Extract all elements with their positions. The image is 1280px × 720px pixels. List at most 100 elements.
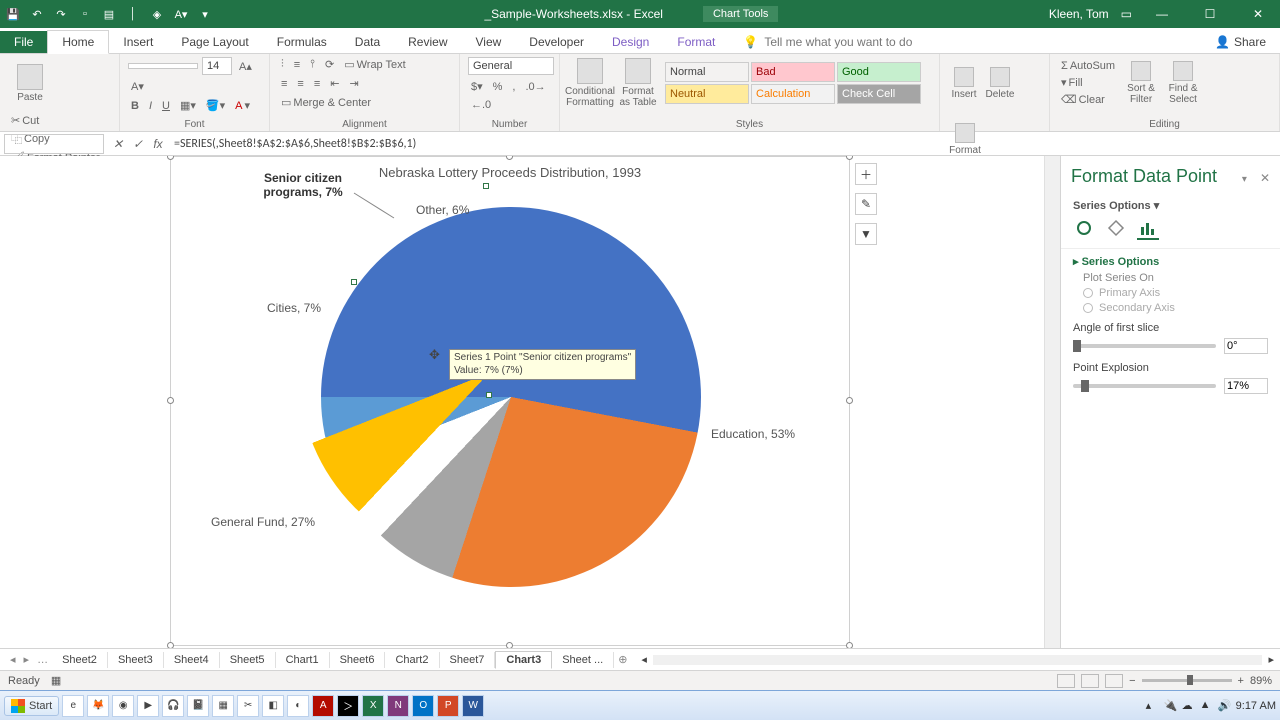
effects-tab-icon[interactable] — [1105, 218, 1127, 240]
tab-data[interactable]: Data — [341, 31, 394, 53]
resize-handle[interactable] — [846, 156, 853, 160]
chart-object[interactable]: Nebraska Lottery Proceeds Distribution, … — [170, 156, 850, 646]
label-education[interactable]: Education, 53% — [711, 427, 795, 441]
currency-icon[interactable]: $▾ — [468, 79, 486, 94]
style-check-cell[interactable]: Check Cell — [837, 84, 921, 104]
align-bot-icon[interactable]: ⫯ — [307, 57, 318, 72]
zoom-slider[interactable] — [1142, 679, 1232, 682]
style-bad[interactable]: Bad — [751, 62, 835, 82]
tab-design[interactable]: Design — [598, 31, 663, 53]
wrap-text-button[interactable]: ▭ Wrap Text — [341, 57, 409, 72]
indent-inc-icon[interactable]: ⇥ — [346, 76, 361, 91]
taskbar-firefox-icon[interactable]: 🦊 — [87, 695, 109, 717]
taskbar-acrobat-icon[interactable]: A — [312, 695, 334, 717]
tray-drive-icon[interactable]: ▲ — [1200, 699, 1214, 713]
resize-handle[interactable] — [167, 397, 174, 404]
pane-subtitle[interactable]: Series Options — [1073, 200, 1151, 212]
tab-file[interactable]: File — [0, 31, 47, 53]
zoom-in-icon[interactable]: + — [1238, 675, 1244, 687]
tray-sync-icon[interactable]: ☁ — [1182, 699, 1196, 713]
share-button[interactable]: 👤 Share — [1201, 31, 1280, 53]
taskbar-app2-icon[interactable]: ◐ — [287, 695, 309, 717]
font-family-select[interactable] — [128, 63, 198, 69]
sheet-tab[interactable]: Sheet2 — [52, 652, 108, 668]
insert-cells-button[interactable]: Insert — [948, 57, 980, 109]
font-color-button[interactable]: A▾ — [232, 98, 253, 113]
chart-styles-button[interactable]: ✎ — [855, 193, 877, 215]
tab-home[interactable]: Home — [47, 30, 109, 54]
tab-insert[interactable]: Insert — [109, 31, 167, 53]
explosion-input[interactable] — [1224, 378, 1268, 394]
align-right-icon[interactable]: ≡ — [311, 77, 323, 91]
orientation-icon[interactable]: ⟳ — [322, 57, 337, 72]
taskbar-onenote-icon[interactable]: N — [387, 695, 409, 717]
taskbar-ie-icon[interactable]: e — [62, 695, 84, 717]
taskbar-powerpoint-icon[interactable]: P — [437, 695, 459, 717]
increase-font-icon[interactable]: A▴ — [236, 59, 255, 74]
new-icon[interactable]: ▫ — [76, 5, 94, 23]
zoom-level[interactable]: 89% — [1250, 675, 1272, 687]
resize-handle[interactable] — [167, 642, 174, 648]
tab-review[interactable]: Review — [394, 31, 461, 53]
sheet-tab[interactable]: Sheet ... — [552, 652, 614, 668]
label-cities[interactable]: Cities, 7% — [267, 301, 321, 315]
conditional-formatting-button[interactable]: Conditional Formatting — [568, 57, 612, 109]
align-mid-icon[interactable]: ≡ — [291, 58, 303, 72]
label-general[interactable]: General Fund, 27% — [211, 515, 315, 529]
sheet-nav-prev-icon[interactable]: ◂ — [6, 653, 20, 666]
taskbar-excel-icon[interactable]: X — [362, 695, 384, 717]
horizontal-scrollbar[interactable]: ◂▸ — [641, 653, 1274, 666]
font-size-select[interactable]: 14 — [202, 57, 232, 75]
comma-icon[interactable]: , — [509, 80, 518, 94]
sheet-tab[interactable]: Sheet7 — [440, 652, 496, 668]
chart-canvas[interactable]: Nebraska Lottery Proceeds Distribution, … — [0, 156, 1044, 648]
sheet-tab[interactable]: Sheet5 — [220, 652, 276, 668]
clear-button[interactable]: ⌫ Clear — [1058, 92, 1118, 107]
formula-input[interactable]: =SERIES(,Sheet8!$A$2:$A$6,Sheet8!$B$2:$B… — [168, 137, 1280, 151]
sheet-tab[interactable]: Sheet6 — [330, 652, 386, 668]
explosion-slider[interactable] — [1073, 384, 1216, 388]
sheet-tab[interactable]: Sheet3 — [108, 652, 164, 668]
quickprint-icon[interactable]: ▤ — [100, 5, 118, 23]
label-other[interactable]: Other, 6% — [416, 203, 469, 217]
sheet-nav-next-icon[interactable]: ▸ — [20, 653, 34, 666]
taskbar-cmd-icon[interactable]: ＞ — [337, 695, 359, 717]
taskbar-snip-icon[interactable]: ✂ — [237, 695, 259, 717]
chart-filters-button[interactable]: ▼ — [855, 223, 877, 245]
taskbar-audio-icon[interactable]: 🎧 — [162, 695, 184, 717]
sort-filter-button[interactable]: Sort & Filter — [1122, 57, 1160, 109]
name-box[interactable] — [4, 134, 104, 154]
close-button[interactable]: ✕ — [1240, 0, 1276, 28]
format-as-table-button[interactable]: Format as Table — [616, 57, 660, 109]
border-button[interactable]: ▦▾ — [177, 98, 199, 113]
align-top-icon[interactable]: ⫶ — [278, 57, 287, 72]
macro-record-icon[interactable]: ▦ — [51, 675, 61, 687]
sheet-nav-more-icon[interactable]: … — [33, 654, 52, 666]
zoom-out-icon[interactable]: − — [1129, 675, 1135, 687]
delete-cells-button[interactable]: Delete — [984, 57, 1016, 109]
font-icon[interactable]: A▾ — [172, 5, 190, 23]
section-header[interactable]: Series Options — [1082, 256, 1160, 268]
fill-color-button[interactable]: 🪣▾ — [203, 98, 228, 113]
resize-handle[interactable] — [506, 642, 513, 648]
tray-clock[interactable]: 9:17 AM — [1236, 700, 1276, 712]
undo-icon[interactable]: ↶ — [28, 5, 46, 23]
tell-me-search[interactable]: 💡 Tell me what you want to do — [729, 31, 926, 53]
tab-format[interactable]: Format — [663, 31, 729, 53]
save-icon[interactable]: 💾 — [4, 5, 22, 23]
style-normal[interactable]: Normal — [665, 62, 749, 82]
style-calculation[interactable]: Calculation — [751, 84, 835, 104]
style-neutral[interactable]: Neutral — [665, 84, 749, 104]
pane-close-icon[interactable]: ✕ — [1260, 171, 1270, 185]
start-button[interactable]: Start — [4, 696, 59, 716]
taskbar-outlook-icon[interactable]: O — [412, 695, 434, 717]
angle-input[interactable] — [1224, 338, 1268, 354]
number-format-select[interactable]: General — [468, 57, 554, 75]
autosum-button[interactable]: Σ AutoSum — [1058, 59, 1118, 73]
label-senior[interactable]: Senior citizen programs, 7% — [243, 171, 363, 199]
series-options-tab-icon[interactable] — [1137, 218, 1159, 240]
tray-volume-icon[interactable]: 🔊 — [1218, 699, 1232, 713]
find-select-button[interactable]: Find & Select — [1164, 57, 1202, 109]
tray-expand-icon[interactable]: ▴ — [1146, 699, 1160, 713]
cancel-formula-icon[interactable]: ✕ — [108, 137, 128, 151]
